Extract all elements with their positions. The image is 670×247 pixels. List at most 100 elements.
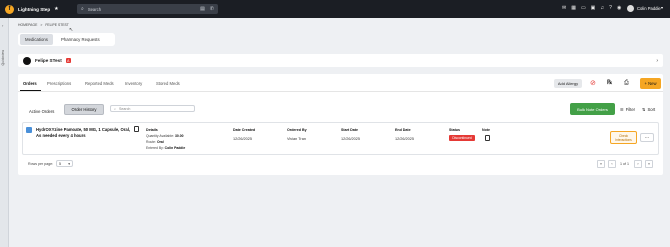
breadcrumb-current: FELIPE STEST — [45, 23, 69, 27]
entered-by-line: Entered By: Colin Paddie — [146, 146, 185, 150]
breadcrumb: HOMEPAGE > FELIPE STEST — [18, 23, 69, 27]
search-placeholder: Search — [87, 6, 102, 12]
route-line: Route: Oral — [146, 140, 164, 144]
tab-pharmacy-requests[interactable]: Pharmacy Requests — [56, 34, 105, 45]
filter-label: Filter — [625, 107, 636, 112]
start-date-value: 12/26/2025 — [341, 137, 361, 141]
rx-cancel-icon[interactable]: ℞ — [607, 79, 612, 88]
keyboard-icon[interactable]: ▤ — [200, 6, 205, 12]
tab-stored-meds[interactable]: Stored Meds — [156, 81, 180, 86]
patient-card[interactable]: Felipe STest A › — [18, 54, 663, 67]
breadcrumb-separator: > — [40, 23, 43, 27]
chevron-right-icon[interactable]: › — [656, 58, 658, 64]
check-interactions-button[interactable]: Check Interactions — [610, 131, 637, 144]
left-rail: › Quickview — [0, 18, 9, 247]
entered-by-label: Entered By: — [146, 146, 164, 150]
quantity-line: Quantity Available: 30.00 — [146, 134, 183, 138]
patient-avatar — [23, 56, 31, 65]
app-logo[interactable]: f — [5, 4, 14, 14]
rail-label[interactable]: Quickview — [1, 50, 5, 65]
previous-page-button[interactable]: ‹ — [608, 160, 616, 168]
collapse-icon[interactable]: › — [2, 23, 3, 28]
quantity-value: 30.00 — [174, 134, 184, 138]
phone-icon[interactable]: ✆ — [210, 6, 214, 12]
star-icon[interactable]: ★ — [54, 6, 58, 12]
start-date-label: Start Date — [341, 128, 358, 132]
medication-tabs: Medications Pharmacy Requests — [18, 33, 115, 46]
rows-per-page-label: Rows per page: — [28, 162, 54, 166]
more-options-button[interactable]: ... — [640, 133, 654, 142]
calendar-icon[interactable]: ▦ — [571, 5, 576, 11]
tab-prescriptions[interactable]: Prescriptions — [47, 81, 71, 86]
status-label: Status — [449, 128, 460, 132]
inbox-icon[interactable]: ✉ — [562, 5, 566, 11]
chat-icon[interactable]: ▭ — [581, 5, 586, 11]
tab-medications[interactable]: Medications — [20, 34, 53, 45]
route-label: Route: — [146, 140, 156, 144]
route-value: Oral — [156, 140, 164, 144]
video-icon[interactable]: ◉ — [617, 5, 621, 11]
date-created-label: Date Created — [233, 128, 256, 132]
note-icon[interactable] — [485, 135, 490, 141]
sort-button[interactable]: ⇅ Sort — [642, 107, 655, 112]
filter-button[interactable]: ☰ Filter — [620, 107, 635, 112]
logo-letter: f — [8, 6, 11, 12]
add-allergy-button[interactable]: Add Allergy — [554, 79, 582, 88]
patient-name: Felipe STest — [35, 58, 62, 63]
ordered-by-value: Vivian Tran — [287, 137, 306, 141]
tab-inventory[interactable]: Inventory — [125, 81, 142, 86]
status-badge: Discontinued — [449, 135, 475, 141]
quantity-label: Quantity Available: — [146, 134, 175, 138]
tab-orders[interactable]: Orders — [23, 81, 37, 86]
date-created-value: 12/26/2025 — [233, 137, 253, 141]
user-name[interactable]: Colin Paddie — [637, 6, 661, 11]
orders-search-placeholder: Search — [119, 106, 131, 111]
search-icon: ⌕ — [114, 106, 117, 111]
new-button[interactable]: + New — [640, 78, 661, 89]
no-allergy-icon[interactable]: ⊘ — [590, 79, 596, 88]
search-icon: ⌕ — [81, 6, 84, 12]
last-page-button[interactable]: » — [645, 160, 653, 168]
page-info: 1 of 1 — [620, 162, 629, 166]
sort-icon: ⇅ — [642, 107, 646, 112]
document-icon[interactable] — [134, 126, 139, 132]
patient-badge: A — [65, 58, 71, 63]
sort-label: Sort — [647, 107, 656, 112]
chevron-down-icon: ▾ — [68, 161, 70, 166]
ordered-by-label: Ordered By — [287, 128, 307, 132]
end-date-label: End Date — [395, 128, 411, 132]
orders-search-input[interactable]: ⌕ Search — [110, 105, 195, 112]
new-label: New — [648, 81, 657, 86]
tab-reported-meds[interactable]: Reported Meds — [85, 81, 114, 86]
note-label: Note — [482, 128, 490, 132]
rows-per-page-value: 5 — [59, 161, 61, 166]
bell-icon[interactable]: ♫ — [600, 5, 604, 11]
user-avatar[interactable] — [627, 5, 634, 12]
section-tabs: Orders Prescriptions Reported Meds Inven… — [18, 74, 663, 92]
tab-order-history[interactable]: Order History — [64, 104, 104, 115]
help-icon[interactable]: ? — [609, 5, 612, 11]
medication-name[interactable]: HydrOXYzine Pamoate, 50 MG, 1 Capsule, O… — [36, 127, 131, 138]
filter-icon: ☰ — [620, 107, 624, 112]
rows-per-page-select[interactable]: 5 ▾ — [56, 160, 73, 167]
entered-by-value: Colin Paddie — [164, 146, 186, 150]
chevron-down-icon[interactable]: ▾ — [661, 5, 663, 10]
next-page-button[interactable]: › — [634, 160, 642, 168]
details-label: Details — [146, 128, 158, 132]
order-row[interactable]: HydrOXYzine Pamoate, 50 MG, 1 Capsule, O… — [22, 122, 659, 155]
alert-icon[interactable]: ▣ — [591, 5, 596, 11]
top-icons: ✉ ▦ ▭ ▣ ♫ ? ◉ — [562, 5, 621, 11]
plus-icon: + — [644, 81, 647, 86]
print-icon[interactable]: ⎙ — [624, 79, 629, 88]
bulk-note-orders-button[interactable]: Bulk Note Orders — [570, 103, 615, 115]
end-date-value: 12/26/2025 — [395, 137, 415, 141]
breadcrumb-home[interactable]: HOMEPAGE — [18, 23, 37, 27]
top-bar: f Lightning Step ★ ⌕ Search ▤ ✆ ✉ ▦ ▭ ▣ … — [0, 0, 670, 18]
first-page-button[interactable]: « — [597, 160, 605, 168]
medication-icon — [26, 127, 32, 133]
orders-panel: Orders Prescriptions Reported Meds Inven… — [18, 74, 663, 175]
app-name: Lightning Step — [18, 6, 51, 12]
tab-active-orders[interactable]: Active Orders — [29, 109, 54, 114]
active-tab-indicator — [20, 90, 41, 91]
global-search[interactable]: ⌕ Search ▤ ✆ — [77, 4, 218, 14]
